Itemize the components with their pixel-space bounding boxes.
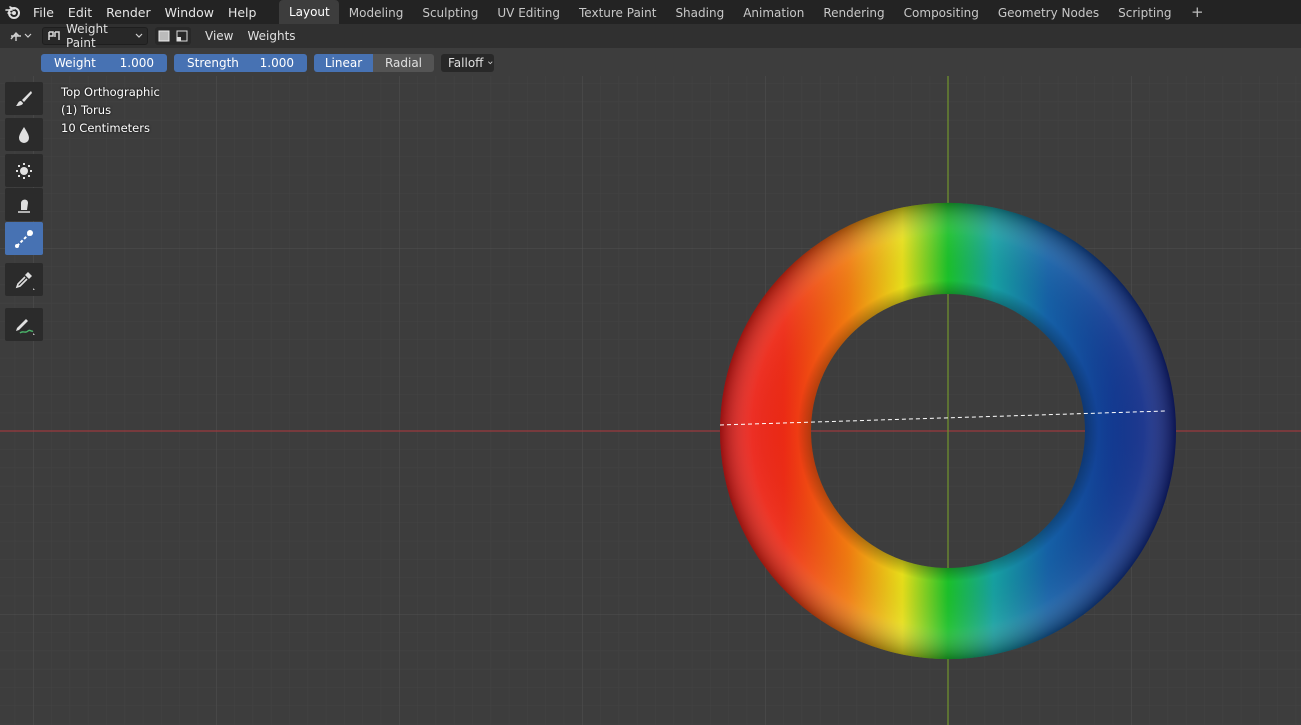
top-menu-bar: File Edit Render Window Help Layout Mode… [0, 0, 1301, 24]
tab-animation[interactable]: Animation [734, 1, 814, 23]
annotate-tool-icon [16, 318, 35, 335]
menu-help[interactable]: Help [221, 5, 264, 20]
viewport-grid [0, 76, 1301, 725]
weight-value: 1.000 [119, 56, 154, 70]
weight-paint-mode-icon [48, 31, 60, 40]
editor-type-button[interactable] [6, 27, 36, 45]
tab-layout[interactable]: Layout [279, 0, 340, 24]
viewport-editor-icon [10, 31, 32, 41]
menu-window[interactable]: Window [158, 5, 221, 20]
linear-button[interactable]: Linear [314, 54, 373, 72]
grid-scale-label: 10 Centimeters [61, 121, 150, 135]
blender-logo-icon[interactable] [0, 0, 26, 24]
face-mask-toggle[interactable] [155, 27, 173, 45]
tab-geometry-nodes[interactable]: Geometry Nodes [988, 1, 1108, 23]
average-tool-button[interactable] [5, 154, 43, 187]
sample-weight-tool-button[interactable] [5, 263, 43, 296]
tool-settings-bar: Weight 1.000 Strength 1.000 Linear Radia… [0, 48, 1301, 76]
blur-tool-button[interactable] [5, 118, 43, 151]
tab-uv-editing[interactable]: UV Editing [488, 1, 570, 23]
add-workspace-button[interactable]: + [1181, 3, 1214, 21]
mode-select-dropdown[interactable]: Weight Paint [42, 22, 148, 50]
tab-rendering[interactable]: Rendering [814, 1, 894, 23]
paint-mask-toggles [155, 27, 191, 45]
vertex-mask-toggle[interactable] [173, 27, 191, 45]
mode-select-label: Weight Paint [66, 22, 108, 50]
menu-render[interactable]: Render [99, 5, 158, 20]
3d-viewport[interactable] [0, 76, 1301, 725]
viewport-header: Weight Paint View Weights [0, 22, 1301, 50]
falloff-label: Falloff [448, 56, 484, 70]
draw-tool-icon [16, 90, 32, 106]
strength-value: 1.000 [259, 56, 294, 70]
menu-weights[interactable]: Weights [247, 29, 295, 43]
gradient-tool-icon [15, 229, 33, 248]
sample-weight-tool-icon [15, 271, 35, 290]
smear-tool-button[interactable] [5, 188, 43, 221]
tab-compositing[interactable]: Compositing [894, 1, 988, 23]
face-mask-icon [158, 30, 170, 42]
menu-file[interactable]: File [26, 5, 61, 20]
draw-tool-button[interactable] [5, 82, 43, 115]
tab-scripting[interactable]: Scripting [1109, 1, 1181, 23]
strength-label: Strength [187, 56, 239, 70]
gradient-type-toggle: Linear Radial [314, 54, 434, 72]
gradient-tool-button[interactable] [5, 222, 43, 255]
chevron-down-icon [488, 61, 493, 65]
weight-slider[interactable]: Weight 1.000 [41, 54, 167, 72]
chevron-down-icon [135, 33, 143, 38]
smear-tool-icon [18, 199, 30, 213]
menu-edit[interactable]: Edit [61, 5, 99, 20]
blur-tool-icon [19, 126, 29, 143]
tab-sculpting[interactable]: Sculpting [413, 1, 488, 23]
average-tool-icon [16, 162, 32, 179]
vertex-mask-icon [176, 30, 188, 42]
tab-shading[interactable]: Shading [666, 1, 734, 23]
tab-modeling[interactable]: Modeling [339, 1, 413, 23]
menu-view[interactable]: View [205, 29, 233, 43]
strength-slider[interactable]: Strength 1.000 [174, 54, 307, 72]
workspace-tabs: Layout Modeling Sculpting UV Editing Tex… [279, 0, 1213, 24]
object-name-label: (1) Torus [61, 103, 112, 117]
view-name-label: Top Orthographic [61, 85, 160, 99]
viewport-info-overlay: Top Orthographic (1) Torus 10 Centimeter… [61, 83, 160, 137]
weight-label: Weight [54, 56, 96, 70]
annotate-tool-button[interactable] [5, 308, 43, 341]
radial-button[interactable]: Radial [373, 54, 434, 72]
tab-texture-paint[interactable]: Texture Paint [570, 1, 666, 23]
falloff-dropdown[interactable]: Falloff [441, 54, 494, 72]
